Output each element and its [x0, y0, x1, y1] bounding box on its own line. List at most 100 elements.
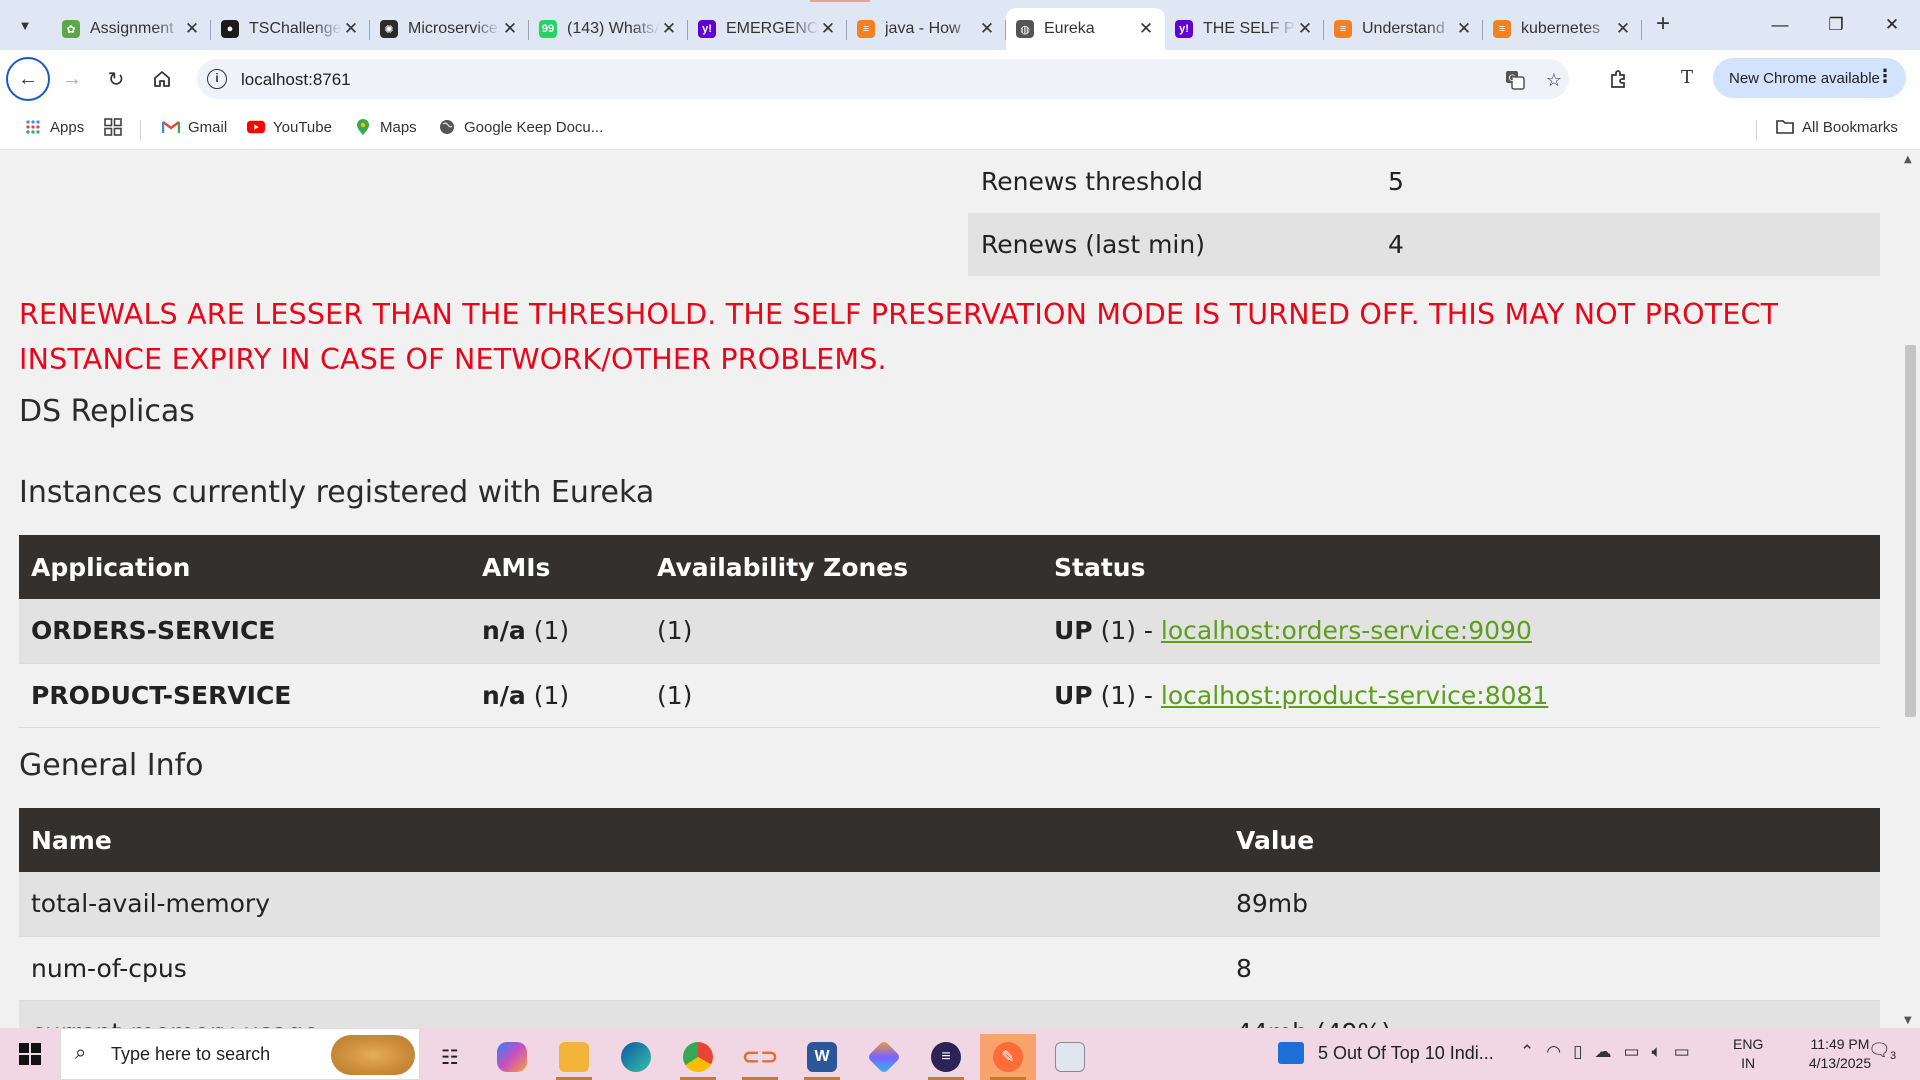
postman-icon: ✎: [993, 1042, 1023, 1072]
close-tab-icon[interactable]: ✕: [183, 19, 201, 39]
close-tab-icon[interactable]: ✕: [342, 19, 360, 39]
browser-tab[interactable]: ◍ Eureka ✕: [1006, 8, 1165, 50]
page-viewport: Renews threshold 5 Renews (last min) 4 R…: [0, 150, 1920, 1028]
renews-value: 5: [1388, 167, 1404, 196]
wifi-icon[interactable]: ◠: [1546, 1042, 1561, 1062]
browser-tab[interactable]: y! EMERGENCY ✕: [688, 8, 847, 50]
bookmark-divider: [1756, 120, 1757, 140]
table-row: current-memory-usage 44mb (49%): [19, 1000, 1880, 1028]
amis-cell: n/a (1): [470, 663, 645, 728]
svg-text:G: G: [1509, 74, 1516, 84]
bookmark-label: Apps: [50, 118, 85, 136]
site-info-icon[interactable]: i: [207, 69, 227, 89]
close-tab-icon[interactable]: ✕: [501, 19, 519, 39]
instances-table: Application AMIs Availability Zones Stat…: [19, 535, 1880, 728]
close-tab-icon[interactable]: ✕: [819, 19, 837, 39]
folder-icon: [559, 1042, 589, 1072]
browser-tab[interactable]: 99 (143) WhatsApp✕: [529, 8, 688, 50]
start-button[interactable]: [0, 1028, 60, 1080]
device-icon[interactable]: ▯: [1573, 1042, 1582, 1062]
browser-tab[interactable]: ≡ Understand ✕: [1324, 8, 1483, 50]
close-tab-icon[interactable]: ✕: [1614, 19, 1632, 39]
url-text[interactable]: localhost:8761: [241, 70, 351, 90]
bookmark-apps[interactable]: Apps: [24, 118, 84, 136]
system-tray: ⌃ ◠ ▯ ☁ ▭ 🔈︎ ▭: [1520, 1042, 1690, 1062]
volume-icon[interactable]: 🔈︎: [1652, 1042, 1662, 1062]
scroll-down-arrow-icon[interactable]: ▼: [1904, 1015, 1912, 1026]
tab-list: ✿ Assignment ✕ ● TSChallenge ✕ ✺ Microservices ✕…: [52, 8, 1642, 50]
bookmark-maps[interactable]: Maps: [354, 118, 417, 136]
chevron-up-icon[interactable]: ⌃: [1520, 1042, 1534, 1062]
new-chrome-available-button[interactable]: New Chrome available ⋮: [1713, 58, 1906, 98]
instance-link[interactable]: localhost:product-service:8081: [1161, 681, 1548, 710]
column-header-status: Status: [1042, 535, 1880, 599]
display-icon[interactable]: ▭: [1623, 1042, 1639, 1062]
info-value: 8: [1224, 936, 1880, 1001]
close-tab-icon[interactable]: ✕: [660, 19, 678, 39]
scroll-up-arrow-icon[interactable]: ▲: [1904, 154, 1912, 165]
file-explorer-app[interactable]: [546, 1034, 602, 1080]
close-window-button[interactable]: ✕: [1864, 0, 1920, 50]
gitkraken-app[interactable]: [856, 1034, 912, 1080]
address-bar[interactable]: i localhost:8761 G ☆: [197, 59, 1569, 99]
postman-app[interactable]: ✎: [980, 1034, 1036, 1080]
image-icon: [1055, 1042, 1085, 1072]
restore-button[interactable]: ❐: [1808, 0, 1864, 50]
tab-title: TSChallenge: [249, 20, 342, 37]
image-viewer-app[interactable]: [1042, 1034, 1098, 1080]
tab-title: THE SELF P: [1203, 20, 1295, 37]
close-tab-icon[interactable]: ✕: [1455, 19, 1473, 39]
task-view-button[interactable]: ☷: [422, 1034, 478, 1080]
cloud-icon[interactable]: ☁: [1594, 1042, 1611, 1062]
general-info-title: General Info: [19, 748, 204, 783]
close-tab-icon[interactable]: ✕: [1137, 19, 1155, 39]
tab-title: (143) WhatsApp: [567, 20, 660, 37]
all-bookmarks-button[interactable]: All Bookmarks: [1776, 118, 1898, 136]
bookmark-tab-groups[interactable]: [104, 118, 130, 136]
home-button[interactable]: [142, 59, 182, 99]
browser-tab[interactable]: ✺ Microservices ✕: [370, 8, 529, 50]
back-button[interactable]: ←: [6, 57, 50, 101]
language-indicator[interactable]: ENG IN: [1733, 1035, 1763, 1073]
close-tab-icon[interactable]: ✕: [1296, 19, 1314, 39]
chrome-app[interactable]: [670, 1034, 726, 1080]
jupyter-app[interactable]: ⊂⊃: [732, 1034, 788, 1080]
battery-icon[interactable]: ▭: [1674, 1042, 1690, 1062]
browser-tab[interactable]: ● TSChallenge ✕: [211, 8, 370, 50]
minimize-button[interactable]: —: [1752, 0, 1808, 50]
table-row: ORDERS-SERVICE n/a (1) (1) UP (1) - loca…: [19, 599, 1880, 664]
browser-tab[interactable]: ✿ Assignment ✕: [52, 8, 211, 50]
translate-icon[interactable]: G: [1504, 69, 1526, 91]
renews-label: Renews (last min): [981, 230, 1205, 259]
scrollbar-thumb[interactable]: [1905, 345, 1916, 717]
new-tab-button[interactable]: +: [1648, 10, 1678, 40]
ds-replicas-title: DS Replicas: [19, 394, 195, 429]
copilot-app[interactable]: [484, 1034, 540, 1080]
bookmark-google-keep[interactable]: Google Keep Docu...: [438, 118, 603, 136]
forward-button[interactable]: →: [52, 59, 92, 99]
text-size-icon[interactable]: T: [1676, 66, 1698, 88]
bookmark-youtube[interactable]: YouTube: [247, 118, 332, 136]
tab-search-button[interactable]: ▼: [8, 10, 42, 40]
eclipse-app[interactable]: ≡: [918, 1034, 974, 1080]
arrow-left-icon: ←: [18, 67, 38, 90]
instance-link[interactable]: localhost:orders-service:9090: [1161, 616, 1532, 645]
browser-tab[interactable]: ≡ kubernetes ✕: [1483, 8, 1642, 50]
reload-button[interactable]: ↻: [96, 59, 136, 99]
renews-table: Renews threshold 5 Renews (last min) 4: [968, 150, 1880, 276]
status-value: UP: [1054, 680, 1093, 710]
browser-tab[interactable]: ≡ java - How ✕: [847, 8, 1006, 50]
word-app[interactable]: W: [794, 1034, 850, 1080]
page-scrollbar[interactable]: ▲ ▼: [1900, 150, 1920, 1028]
bookmark-gmail[interactable]: Gmail: [162, 118, 227, 136]
browser-tab[interactable]: y! THE SELF P ✕: [1165, 8, 1324, 50]
edge-app[interactable]: [608, 1034, 664, 1080]
notification-center-button[interactable]: 🗨︎ 3: [1868, 1040, 1908, 1070]
news-widget[interactable]: 5 Out Of Top 10 Indi...: [1278, 1042, 1494, 1064]
extensions-icon[interactable]: [1608, 68, 1630, 90]
close-tab-icon[interactable]: ✕: [978, 19, 996, 39]
renews-value: 4: [1388, 230, 1404, 259]
renews-label: Renews threshold: [981, 167, 1204, 196]
bookmark-star-icon[interactable]: ☆: [1543, 69, 1565, 91]
taskbar-search-box[interactable]: ⌕ Type here to search: [60, 1028, 420, 1080]
